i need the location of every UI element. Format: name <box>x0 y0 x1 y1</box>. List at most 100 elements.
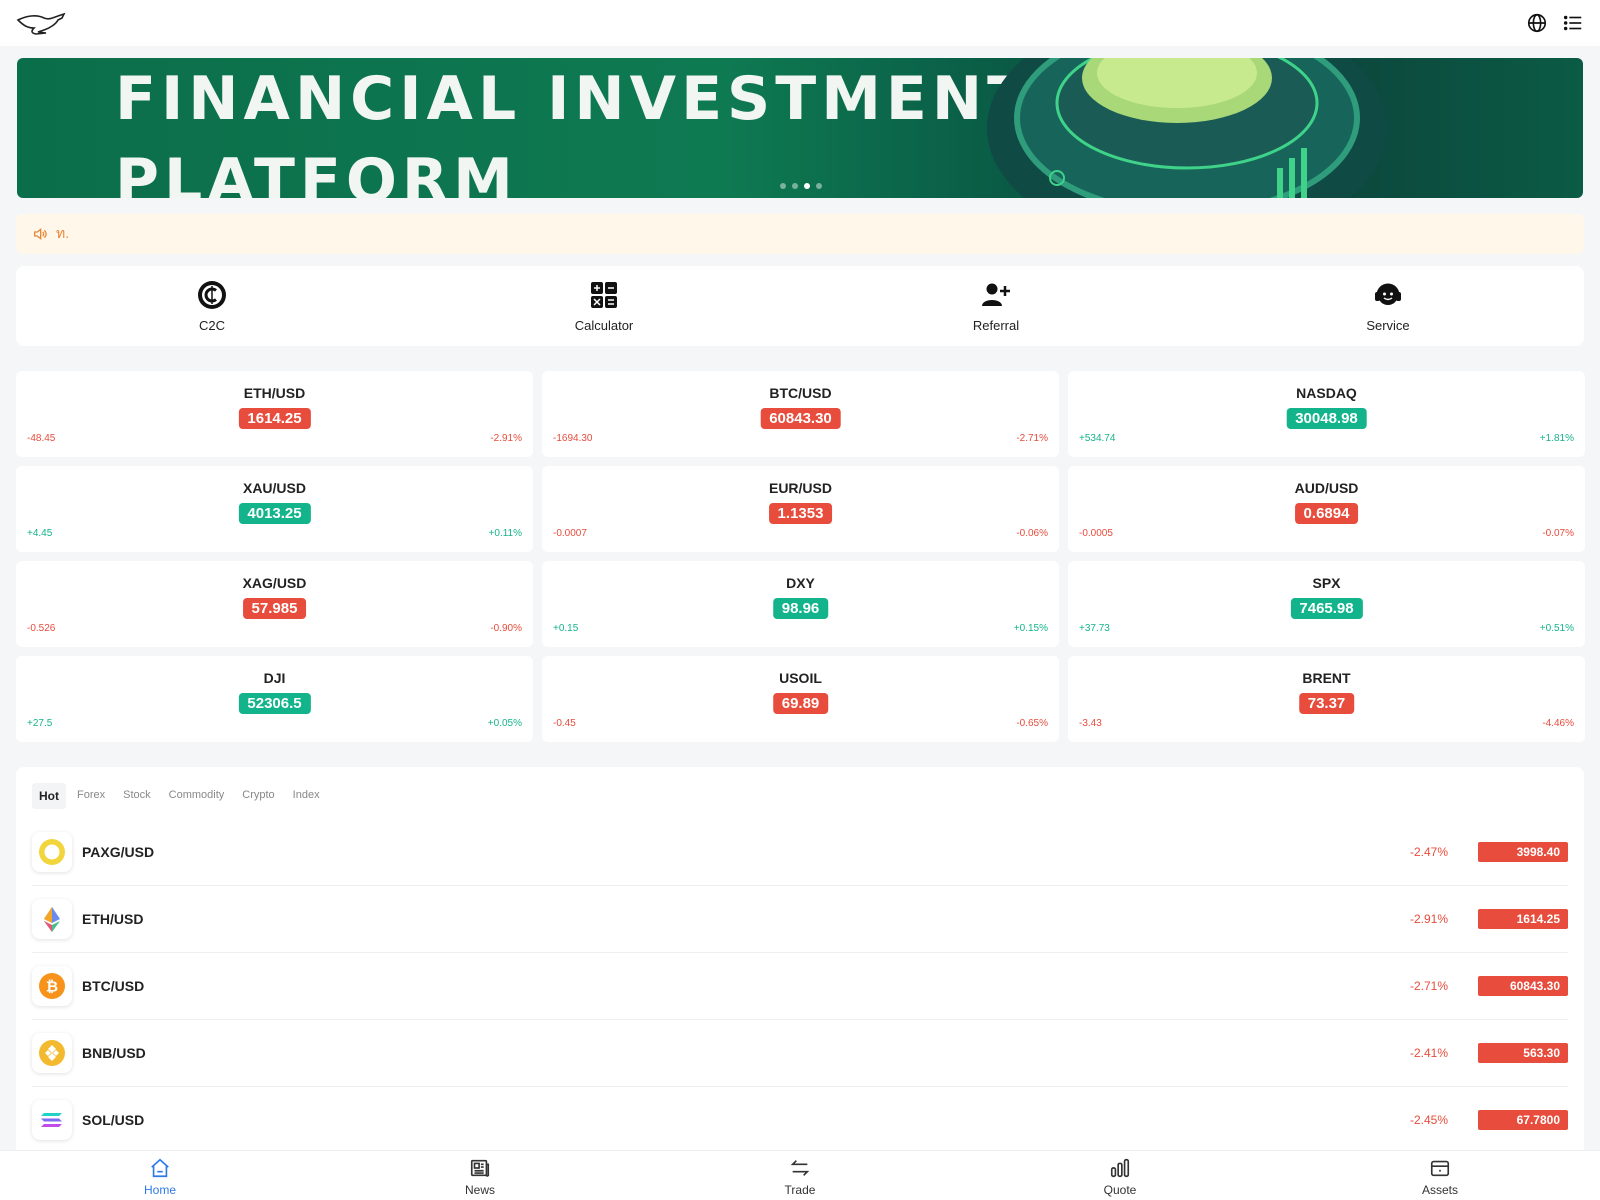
bottom-navigation: Home News Trade Quote Assets <box>0 1150 1600 1200</box>
carousel-dot[interactable] <box>792 183 798 189</box>
quote-percent: -2.71% <box>1016 433 1048 444</box>
nav-assets[interactable]: Assets <box>1280 1151 1600 1200</box>
shortcut-label: Service <box>1366 317 1410 333</box>
quote-percent: +0.11% <box>488 528 522 539</box>
quote-card[interactable]: SPX 7465.98 +37.73 +0.51% <box>1068 561 1585 647</box>
nav-label: Home <box>143 1182 176 1197</box>
quote-price: 4013.25 <box>238 503 311 524</box>
carousel-dot-active[interactable] <box>804 183 810 189</box>
nav-quote[interactable]: Quote <box>960 1151 1280 1200</box>
market-percent: -2.45% <box>1409 1113 1448 1127</box>
nav-home[interactable]: Home <box>0 1151 320 1200</box>
market-percent: -2.41% <box>1409 1046 1448 1060</box>
tab-index[interactable]: Index <box>286 783 327 809</box>
nav-label: News <box>464 1182 495 1197</box>
market-row[interactable]: ETH/USD -2.91% 1614.25 <box>32 886 1568 953</box>
quote-percent: +1.81% <box>1539 433 1574 444</box>
carousel-dot[interactable] <box>816 183 822 189</box>
quote-percent: +0.51% <box>1539 623 1574 634</box>
market-row[interactable]: BNB/USD -2.41% 563.30 <box>32 1020 1568 1087</box>
quote-card[interactable]: XAG/USD 57.985 -0.526 -0.90% <box>16 561 533 647</box>
quote-card[interactable]: EUR/USD 1.1353 -0.0007 -0.06% <box>542 466 1059 552</box>
add-user-icon <box>982 283 1010 306</box>
quote-percent: +0.15% <box>1013 623 1048 634</box>
quote-change: -48.45 <box>27 433 56 444</box>
nav-trade[interactable]: Trade <box>640 1151 960 1200</box>
quote-card[interactable]: ETH/USD 1614.25 -48.45 -2.91% <box>16 371 533 457</box>
quote-percent: -0.90% <box>490 623 522 634</box>
quote-symbol: AUD/USD <box>1294 480 1359 496</box>
quote-price: 73.37 <box>1298 693 1355 714</box>
quote-symbol: DJI <box>263 670 286 686</box>
globe-icon[interactable] <box>1526 12 1548 34</box>
nav-news[interactable]: News <box>320 1151 640 1200</box>
shortcut-label: C2C <box>198 317 225 333</box>
market-price: 1614.25 <box>1478 909 1568 929</box>
nav-label: Quote <box>1103 1182 1137 1197</box>
quote-price: 98.96 <box>772 598 829 619</box>
market-rows: PAXG/USD -2.47% 3998.40 ETH/USD -2.91% 1614.2… <box>32 819 1568 1154</box>
quote-symbol: ETH/USD <box>243 385 306 401</box>
quote-symbol: BTC/USD <box>769 385 832 401</box>
quote-change: -0.526 <box>27 623 56 634</box>
tab-stock[interactable]: Stock <box>116 783 158 809</box>
shortcut-bar: C2C Calculator Referral Service <box>16 266 1584 346</box>
market-list-panel: Hot Forex Stock Commodity Crypto Index PAXG/U… <box>16 767 1584 1157</box>
quote-card[interactable]: DXY 98.96 +0.15 +0.15% <box>542 561 1059 647</box>
quote-change: +0.15 <box>553 623 579 634</box>
tab-crypto[interactable]: Crypto <box>235 783 281 809</box>
shortcut-referral[interactable]: Referral <box>800 266 1192 346</box>
quote-price: 52306.5 <box>238 693 311 714</box>
carousel-dot[interactable] <box>780 183 786 189</box>
quote-card[interactable]: BRENT 73.37 -3.43 -4.46% <box>1068 656 1585 742</box>
market-row[interactable]: SOL/USD -2.45% 67.7800 <box>32 1087 1568 1154</box>
tab-forex[interactable]: Forex <box>70 783 112 809</box>
market-symbol: SOL/USD <box>82 1112 145 1128</box>
quote-symbol: EUR/USD <box>768 480 832 496</box>
tab-hot[interactable]: Hot <box>32 783 66 809</box>
quote-percent: -0.65% <box>1016 718 1048 729</box>
notice-bar[interactable]: ท. <box>16 214 1584 254</box>
quote-change: -3.43 <box>1079 718 1102 729</box>
quote-card[interactable]: XAU/USD 4013.25 +4.45 +0.11% <box>16 466 533 552</box>
market-price: 60843.30 <box>1478 976 1568 996</box>
quote-symbol: SPX <box>1312 575 1341 591</box>
calculator-icon <box>591 281 617 308</box>
quote-symbol: NASDAQ <box>1296 385 1357 401</box>
market-price: 3998.40 <box>1478 842 1568 862</box>
solana-icon <box>32 1100 72 1140</box>
quote-card[interactable]: NASDAQ 30048.98 +534.74 +1.81% <box>1068 371 1585 457</box>
market-row[interactable]: ₿ BTC/USD -2.71% 60843.30 <box>32 953 1568 1020</box>
swap-arrows-icon <box>789 1157 811 1179</box>
shortcut-calculator[interactable]: Calculator <box>408 266 800 346</box>
banner-device-illustration <box>987 58 1387 198</box>
market-symbol: ETH/USD <box>82 911 144 927</box>
paxg-icon <box>32 832 72 872</box>
market-tabs: Hot Forex Stock Commodity Crypto Index <box>32 783 327 809</box>
kangaroo-logo-icon[interactable] <box>16 8 68 38</box>
quote-card[interactable]: BTC/USD 60843.30 -1694.30 -2.71% <box>542 371 1059 457</box>
quote-price: 30048.98 <box>1286 408 1367 429</box>
quote-symbol: USOIL <box>779 670 822 686</box>
shortcut-label: Calculator <box>574 317 634 333</box>
quote-change: +27.5 <box>27 718 53 729</box>
quote-change: +534.74 <box>1079 433 1116 444</box>
quote-card[interactable]: AUD/USD 0.6894 -0.0005 -0.07% <box>1068 466 1585 552</box>
home-icon <box>149 1157 171 1179</box>
quote-card[interactable]: USOIL 69.89 -0.45 -0.65% <box>542 656 1059 742</box>
quote-symbol: XAU/USD <box>242 480 306 496</box>
market-percent: -2.91% <box>1409 912 1448 926</box>
list-menu-icon[interactable] <box>1562 12 1584 34</box>
market-row[interactable]: PAXG/USD -2.47% 3998.40 <box>32 819 1568 886</box>
market-price: 67.7800 <box>1478 1110 1568 1130</box>
quote-card[interactable]: DJI 52306.5 +27.5 +0.05% <box>16 656 533 742</box>
market-symbol: BTC/USD <box>82 978 145 994</box>
svg-text:₿: ₿ <box>46 978 58 996</box>
shortcut-c2c[interactable]: C2C <box>16 266 408 346</box>
shortcut-service[interactable]: Service <box>1192 266 1584 346</box>
quote-price: 57.985 <box>242 598 307 619</box>
nav-label: Assets <box>1421 1182 1458 1197</box>
quote-change: +37.73 <box>1079 623 1110 634</box>
promo-banner[interactable]: FINANCIAL INVESTMENT PLATFORM <box>17 58 1583 198</box>
tab-commodity[interactable]: Commodity <box>162 783 232 809</box>
